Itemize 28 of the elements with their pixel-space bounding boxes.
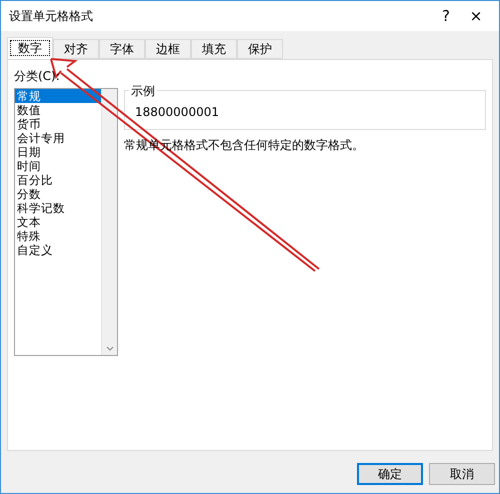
category-item[interactable]: 时间 <box>15 159 101 173</box>
category-item[interactable]: 百分比 <box>15 173 101 187</box>
category-item[interactable]: 文本 <box>15 215 101 229</box>
window-title: 设置单元格格式 <box>9 8 94 24</box>
category-item[interactable]: 科学记数 <box>15 201 101 215</box>
category-item[interactable]: 会计专用 <box>15 131 101 145</box>
tab[interactable]: 边框 <box>145 39 191 59</box>
close-button[interactable]: × <box>461 7 491 25</box>
chevron-down-icon <box>106 346 114 351</box>
tab[interactable]: 数字 <box>7 37 53 59</box>
category-item[interactable]: 货币 <box>15 117 101 131</box>
scrollbar[interactable] <box>101 89 117 355</box>
dialog-button[interactable]: 取消 <box>429 463 495 485</box>
category-item[interactable]: 数值 <box>15 103 101 117</box>
category-item[interactable]: 常规 <box>15 89 101 103</box>
category-item[interactable]: 日期 <box>15 145 101 159</box>
tab[interactable]: 字体 <box>99 39 145 59</box>
tab[interactable]: 填充 <box>191 39 237 59</box>
sample-value: 18800000001 <box>135 105 219 119</box>
category-item[interactable]: 特殊 <box>15 229 101 243</box>
tab[interactable]: 对齐 <box>53 39 99 59</box>
tab[interactable]: 保护 <box>237 39 283 59</box>
sample-label: 示例 <box>129 83 157 100</box>
help-button[interactable]: ? <box>431 7 461 25</box>
category-item[interactable]: 分数 <box>15 187 101 201</box>
dialog-button[interactable]: 确定 <box>357 463 423 485</box>
category-item[interactable]: 自定义 <box>15 243 101 257</box>
category-list[interactable]: 常规 数值 货币 会计专用 日期 时间 百分比 分数 科学记数 文本 特殊 自定义 <box>14 88 118 356</box>
